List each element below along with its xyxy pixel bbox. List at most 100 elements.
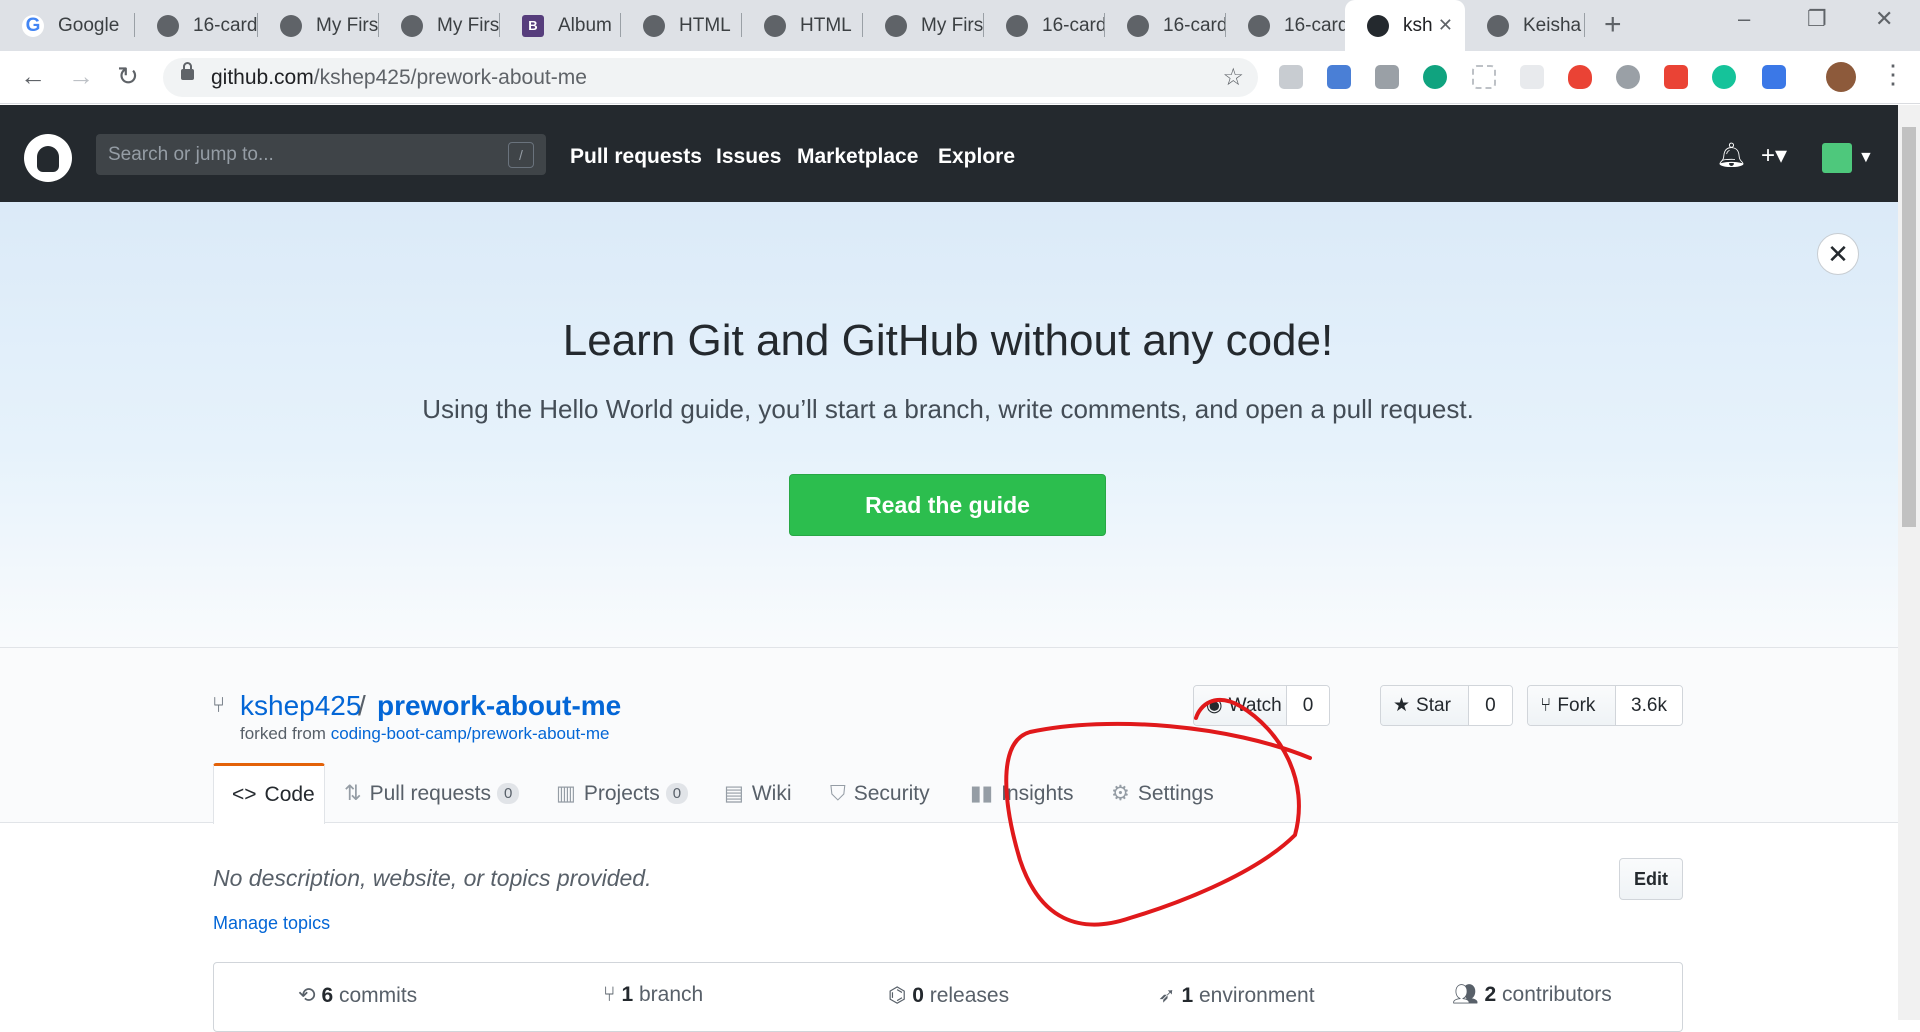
back-icon[interactable]: ← — [20, 61, 46, 92]
browser-tab[interactable]: My First — [863, 0, 984, 51]
profile-avatar[interactable] — [1826, 62, 1856, 92]
extension-icon[interactable] — [1664, 65, 1688, 89]
banner-title: Learn Git and GitHub without any code! — [562, 316, 1334, 365]
page-scrollbar[interactable] — [1898, 105, 1920, 1020]
tab-label: Wiki — [751, 781, 792, 805]
forked-source-link[interactable]: coding-boot-camp/prework-about-me — [331, 724, 610, 743]
browser-tab[interactable]: G Google — [0, 0, 135, 51]
read-guide-button[interactable]: Read the guide — [789, 474, 1106, 536]
manage-topics-link[interactable]: Manage topics — [213, 913, 330, 934]
watch-button-group: ◉Watch▼ 0 — [1193, 685, 1330, 726]
rocket-icon: ➶ — [1158, 984, 1176, 1007]
gear-icon: ⚙ — [1111, 782, 1130, 805]
forward-icon[interactable]: → — [68, 61, 94, 92]
browser-tab[interactable]: My First — [258, 0, 379, 51]
tab-settings[interactable]: ⚙ Settings — [1111, 763, 1214, 824]
new-tab-icon[interactable]: + — [1604, 8, 1622, 42]
environments-label: environment — [1198, 984, 1315, 1007]
browser-tab[interactable]: HTML — [742, 0, 863, 51]
tab-label: My First — [921, 14, 984, 36]
eyedropper-extension-icon[interactable] — [1762, 65, 1786, 89]
bell-icon[interactable]: 🔔︎ — [1716, 141, 1746, 170]
browser-tab[interactable]: 16-card — [135, 0, 258, 51]
create-new-icon[interactable]: +▾ — [1761, 141, 1787, 170]
search-input[interactable]: Search or jump to... / — [96, 134, 546, 175]
tab-insights[interactable]: ▮▮ Insights — [970, 763, 1074, 824]
browser-tab[interactable]: Keisha — [1465, 0, 1585, 51]
close-tab-icon[interactable]: ✕ — [1438, 15, 1453, 36]
globe-icon — [643, 14, 665, 37]
bookmark-star-icon[interactable]: ☆ — [1222, 63, 1244, 92]
globe-icon — [1248, 14, 1270, 37]
edit-button[interactable]: Edit — [1619, 858, 1683, 900]
extension-icon[interactable] — [1375, 65, 1399, 89]
pull-request-icon: ⇅ — [344, 782, 362, 805]
tab-label: My First — [316, 14, 379, 36]
fork-button[interactable]: ⑂ Fork — [1528, 686, 1617, 725]
commits-count: 6 — [321, 984, 334, 1007]
tab-label: Settings — [1137, 781, 1214, 805]
chevron-down-icon[interactable]: ▼ — [1858, 149, 1874, 167]
browser-tab[interactable]: 16-card — [984, 0, 1105, 51]
contributors-label: contributors — [1502, 983, 1612, 1006]
browser-tab-active[interactable]: ksh ✕ — [1345, 0, 1465, 51]
scrollbar-thumb[interactable] — [1902, 127, 1916, 527]
tab-code[interactable]: <> Code — [213, 763, 325, 824]
extension-icon[interactable] — [1616, 65, 1640, 89]
reload-icon[interactable]: ↻ — [117, 61, 139, 92]
minimize-icon[interactable]: – — [1738, 6, 1750, 32]
releases-link[interactable]: ⌬ 0 releases — [888, 983, 1009, 1008]
extension-icon[interactable] — [1472, 65, 1496, 89]
releases-label: releases — [929, 984, 1010, 1007]
repo-name-link[interactable]: prework-about-me — [377, 690, 621, 722]
contributors-count: 2 — [1484, 983, 1497, 1006]
browser-toolbar: ← → ↻ github.com/kshep425/prework-about-… — [0, 51, 1920, 104]
nav-issues[interactable]: Issues — [716, 145, 781, 169]
tab-pull-requests[interactable]: ⇅ Pull requests 0 — [344, 763, 520, 824]
close-icon[interactable]: ✕ — [1817, 233, 1859, 275]
tab-label: Insights — [1001, 781, 1074, 805]
github-logo-icon[interactable] — [24, 134, 72, 182]
nav-explore[interactable]: Explore — [938, 145, 1015, 169]
extension-icon[interactable] — [1279, 65, 1303, 89]
nav-marketplace[interactable]: Marketplace — [797, 145, 918, 169]
browser-tab[interactable]: 16-card — [1226, 0, 1347, 51]
camera-extension-icon[interactable] — [1327, 65, 1351, 89]
tab-wiki[interactable]: ▤ Wiki — [724, 763, 792, 824]
branches-link[interactable]: ⑂ 1 branch — [603, 983, 703, 1007]
extension-icon[interactable] — [1520, 65, 1544, 89]
search-placeholder: Search or jump to... — [108, 143, 274, 165]
watch-count[interactable]: 0 — [1287, 686, 1329, 725]
star-button-group: ★ Star 0 — [1380, 685, 1513, 726]
grammarly-icon[interactable] — [1712, 65, 1736, 89]
restore-icon[interactable]: ❐ — [1807, 6, 1827, 32]
browser-tab[interactable]: 16-card — [1105, 0, 1226, 51]
contributors-link[interactable]: 👥︎ 2 contributors — [1452, 983, 1612, 1007]
people-icon: 👥︎ — [1452, 983, 1479, 1006]
commits-link[interactable]: ⟲ 6 commits — [298, 983, 417, 1008]
nav-pull-requests[interactable]: Pull requests — [570, 145, 702, 169]
browser-tab[interactable]: HTML — [621, 0, 742, 51]
repo-owner-link[interactable]: kshep425 — [240, 690, 361, 722]
fork-count[interactable]: 3.6k — [1616, 686, 1682, 725]
star-icon: ★ — [1393, 695, 1411, 716]
tab-projects[interactable]: ▥ Projects 0 — [556, 763, 689, 824]
tab-label: Pull requests — [369, 781, 492, 805]
browser-tab[interactable]: B Album — [500, 0, 621, 51]
address-bar[interactable]: github.com/kshep425/prework-about-me ☆ — [163, 58, 1258, 97]
tab-security[interactable]: ⛉ Security — [830, 763, 930, 824]
tab-label: Album — [558, 14, 612, 36]
extension-icon[interactable] — [1568, 65, 1592, 89]
browser-tab-strip: G Google 16-card My First My First B Alb… — [0, 0, 1920, 51]
extension-icon[interactable] — [1423, 65, 1447, 89]
environments-link[interactable]: ➶ 1 environment — [1158, 983, 1315, 1008]
browser-tab[interactable]: My First — [379, 0, 500, 51]
star-count[interactable]: 0 — [1468, 686, 1512, 725]
star-button[interactable]: ★ Star — [1381, 686, 1469, 725]
tab-label: 16-card — [1042, 14, 1105, 36]
user-avatar[interactable] — [1822, 143, 1852, 173]
browser-menu-icon[interactable]: ⋮ — [1880, 59, 1906, 90]
fork-icon: ⑂ — [1540, 694, 1552, 716]
window-close-icon[interactable]: ✕ — [1875, 6, 1893, 32]
watch-button[interactable]: ◉Watch▼ — [1194, 686, 1299, 725]
